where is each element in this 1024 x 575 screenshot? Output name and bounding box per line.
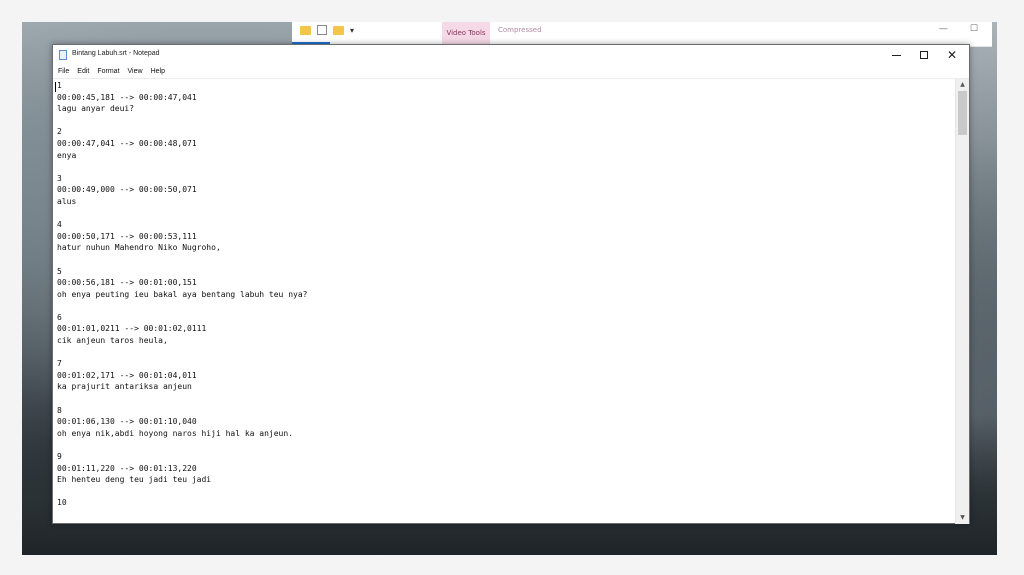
- editor-line[interactable]: Eh henteu deng teu jadi teu jadi: [55, 474, 955, 486]
- editor-line[interactable]: 6: [55, 312, 955, 324]
- new-folder-icon[interactable]: [333, 25, 344, 35]
- editor-line[interactable]: cik anjeun taros heula,: [55, 335, 955, 347]
- title-bar[interactable]: Bintang Labuh.srt - Notepad ✕: [53, 45, 969, 65]
- menu-view[interactable]: View: [124, 65, 147, 78]
- editor-line[interactable]: [55, 161, 955, 173]
- editor-line[interactable]: ka prajurit antariksa anjeun: [55, 381, 955, 393]
- editor-line[interactable]: 5: [55, 266, 955, 278]
- editor-line[interactable]: 00:00:50,171 --> 00:00:53,111: [55, 231, 955, 243]
- editor-line[interactable]: lagu anyar deui?: [55, 103, 955, 115]
- scroll-thumb[interactable]: [958, 91, 967, 135]
- editor-line[interactable]: 8: [55, 405, 955, 417]
- editor-line[interactable]: 00:00:49,000 --> 00:00:50,071: [55, 184, 955, 196]
- menu-help[interactable]: Help: [147, 65, 169, 78]
- background-minimize-icon[interactable]: —: [939, 24, 948, 34]
- background-maximize-icon[interactable]: ☐: [970, 24, 978, 34]
- properties-icon[interactable]: [317, 25, 327, 35]
- editor-line[interactable]: 00:00:56,181 --> 00:01:00,151: [55, 277, 955, 289]
- editor-line[interactable]: hatur nuhun Mahendro Niko Nugroho,: [55, 242, 955, 254]
- quick-access-toolbar: ▾: [300, 25, 354, 35]
- notepad-icon[interactable]: [59, 50, 67, 60]
- maximize-icon: [920, 51, 928, 59]
- editor-line[interactable]: oh enya peuting ieu bakal aya bentang la…: [55, 289, 955, 301]
- menu-format[interactable]: Format: [93, 65, 123, 78]
- editor-line[interactable]: [55, 393, 955, 405]
- compressed-label: Compressed: [498, 26, 542, 34]
- editor-line[interactable]: 10: [55, 497, 955, 509]
- editor-line[interactable]: 4: [55, 219, 955, 231]
- close-icon: ✕: [946, 48, 958, 62]
- chevron-up-icon: ▲: [960, 81, 965, 88]
- minimize-button[interactable]: [881, 45, 911, 65]
- chevron-down-icon: ▼: [960, 514, 965, 521]
- editor-line[interactable]: [55, 486, 955, 498]
- editor-line[interactable]: 2: [55, 126, 955, 138]
- editor-line[interactable]: 7: [55, 358, 955, 370]
- editor-line[interactable]: [55, 439, 955, 451]
- menu-bar: File Edit Format View Help: [53, 65, 969, 79]
- editor-line[interactable]: enya: [55, 150, 955, 162]
- menu-edit[interactable]: Edit: [73, 65, 93, 78]
- close-button[interactable]: ✕: [937, 45, 967, 65]
- editor-line[interactable]: 00:00:45,181 --> 00:00:47,041: [55, 92, 955, 104]
- window-title: Bintang Labuh.srt - Notepad: [72, 50, 160, 57]
- editor-line[interactable]: 9: [55, 451, 955, 463]
- editor-line[interactable]: [55, 300, 955, 312]
- editor-line[interactable]: [55, 208, 955, 220]
- editor-line[interactable]: alus: [55, 196, 955, 208]
- maximize-button[interactable]: [909, 45, 939, 65]
- editor-line[interactable]: 3: [55, 173, 955, 185]
- background-window-controls: — ☐: [939, 24, 978, 34]
- editor-line[interactable]: 1: [55, 80, 955, 92]
- editor-line[interactable]: [55, 347, 955, 359]
- editor-line[interactable]: 00:01:01,0211 --> 00:01:02,0111: [55, 323, 955, 335]
- text-editor-area[interactable]: 1 00:00:45,181 --> 00:00:47,041 lagu anyar…: [55, 80, 955, 522]
- scroll-up-button[interactable]: ▲: [956, 79, 969, 91]
- editor-line[interactable]: [55, 115, 955, 127]
- editor-line[interactable]: [55, 254, 955, 266]
- minimize-icon: [891, 54, 901, 56]
- editor-line[interactable]: 00:00:47,041 --> 00:00:48,071: [55, 138, 955, 150]
- scroll-down-button[interactable]: ▼: [956, 512, 969, 524]
- vertical-scrollbar[interactable]: ▲ ▼: [955, 79, 969, 524]
- customize-toolbar-icon[interactable]: ▾: [350, 26, 354, 35]
- folder-icon[interactable]: [300, 25, 311, 35]
- text-caret: [55, 82, 56, 92]
- editor-line[interactable]: oh enya nik,abdi hoyong naros hiji hal k…: [55, 428, 955, 440]
- menu-file[interactable]: File: [53, 65, 73, 78]
- editor-line[interactable]: 00:01:02,171 --> 00:01:04,011: [55, 370, 955, 382]
- notepad-window[interactable]: Bintang Labuh.srt - Notepad ✕ File Edit …: [52, 44, 970, 524]
- video-tools-context-tab[interactable]: Video Tools: [442, 22, 490, 44]
- editor-line[interactable]: 00:01:11,220 --> 00:01:13,220: [55, 463, 955, 475]
- editor-line[interactable]: 00:01:06,130 --> 00:01:10,040: [55, 416, 955, 428]
